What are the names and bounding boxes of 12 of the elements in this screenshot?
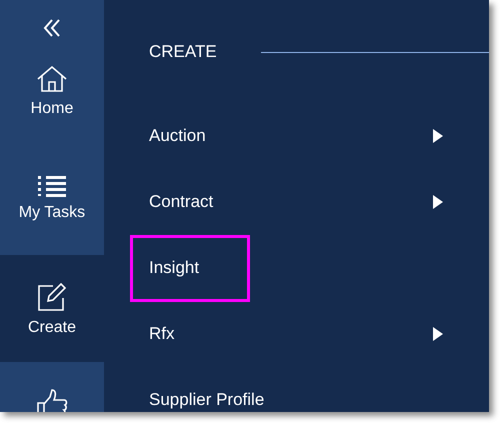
edit-icon xyxy=(37,282,67,312)
collapse-icon[interactable] xyxy=(42,18,62,38)
home-icon xyxy=(36,65,68,93)
menu-item[interactable]: Supplier Profile xyxy=(149,388,264,412)
menu-heading: CREATE xyxy=(149,41,217,63)
menu-item[interactable]: Contract xyxy=(149,190,214,214)
menu-item[interactable]: Auction xyxy=(149,124,206,148)
list-icon xyxy=(38,175,66,197)
sidebar-item[interactable]: Create xyxy=(0,255,104,362)
thumbs-up-icon xyxy=(36,389,68,412)
menu-item[interactable]: Insight xyxy=(149,256,200,280)
menu-item[interactable]: Rfx xyxy=(149,322,174,346)
